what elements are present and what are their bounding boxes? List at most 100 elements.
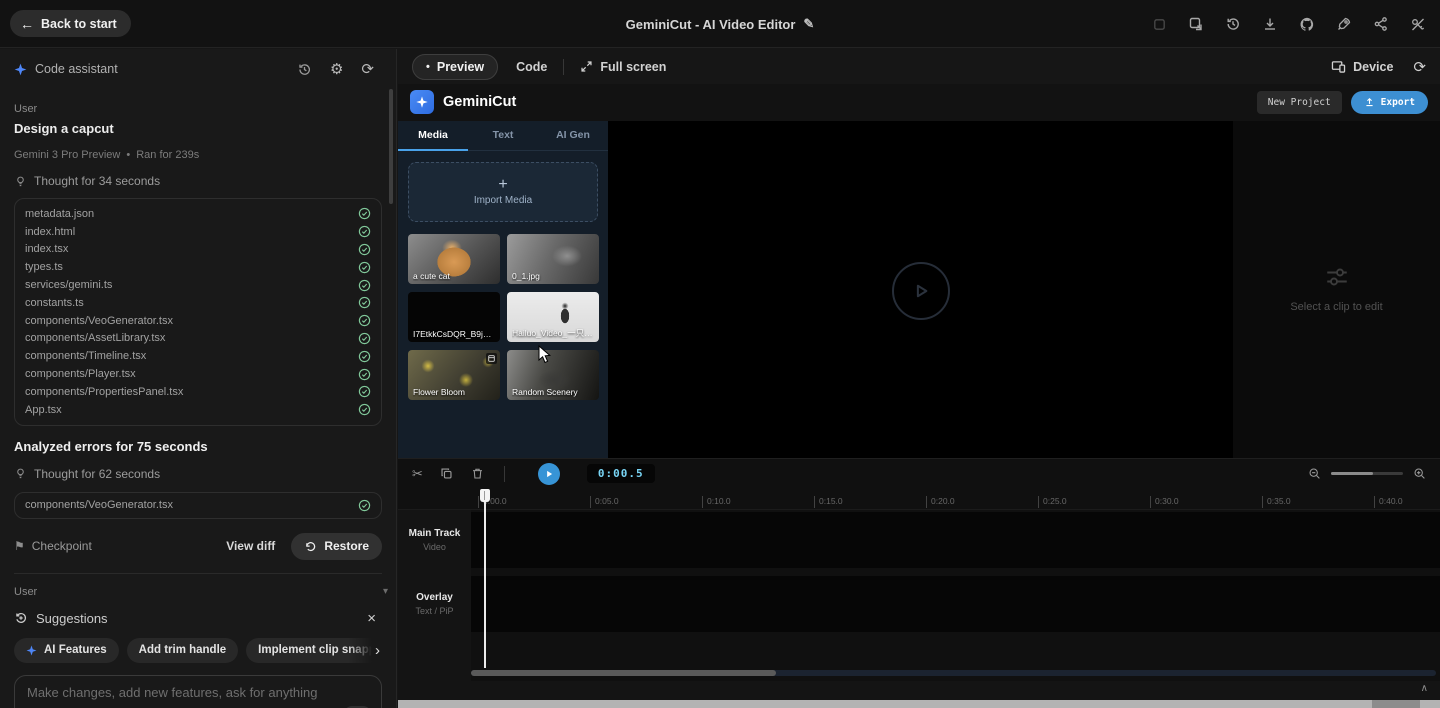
back-to-start-button[interactable]: ← Back to start: [10, 10, 131, 37]
timeline-hscrollbar[interactable]: [471, 670, 1436, 676]
apps-icon[interactable]: [1151, 16, 1167, 32]
file-row[interactable]: types.ts: [25, 258, 371, 276]
ran-for: Ran for 239s: [136, 149, 199, 161]
zoom-out-icon[interactable]: [1308, 467, 1321, 480]
view-diff-button[interactable]: View diff: [226, 539, 275, 553]
thought-row-2[interactable]: Thought for 62 seconds: [14, 467, 382, 481]
flag-icon: ⚑: [14, 539, 25, 553]
chip-add-trim-handle[interactable]: Add trim handle: [127, 638, 239, 663]
timeline-ruler[interactable]: 0:00.0 0:05.0 0:10.0 0:15.0 0:20.0 0:25.…: [398, 489, 1440, 510]
media-item-scenery[interactable]: Random Scenery: [507, 350, 599, 400]
delete-trash-icon[interactable]: [471, 467, 485, 481]
stage-play-button[interactable]: [892, 262, 950, 320]
file-name: App.tsx: [25, 404, 62, 416]
file-row[interactable]: components/Timeline.tsx: [25, 347, 371, 365]
properties-panel: Select a clip to edit: [1233, 121, 1440, 458]
playhead-line: [484, 489, 486, 668]
chat-history-icon[interactable]: [297, 62, 312, 77]
import-media-dropzone[interactable]: + Import Media: [408, 162, 598, 222]
refresh-preview-icon[interactable]: ⟳: [1413, 58, 1426, 76]
overlay-track-row[interactable]: [471, 576, 1440, 632]
geminicut-logo: [410, 90, 434, 114]
edited-file-chip[interactable]: components/VeoGenerator.tsx: [14, 492, 382, 519]
api-key-disabled-icon[interactable]: [1410, 16, 1426, 32]
ruler-tick: 0:35.0: [1262, 496, 1291, 508]
copy-app-icon[interactable]: [1188, 16, 1204, 32]
zoom-slider[interactable]: [1331, 472, 1403, 475]
device-button[interactable]: Device: [1331, 60, 1393, 74]
file-row[interactable]: metadata.json: [25, 205, 371, 223]
ruler-tick: 0:40.0: [1374, 496, 1403, 508]
file-row[interactable]: services/gemini.ts: [25, 276, 371, 294]
chat-input-box[interactable]: ⊕ ↑: [14, 675, 382, 708]
assistant-scrollbar[interactable]: [389, 89, 393, 204]
media-item-cat[interactable]: a cute cat: [408, 234, 500, 284]
media-item-mp4[interactable]: I7EtkkCsDQR_B9jH.mp4: [408, 292, 500, 342]
chips-overflow: ›: [348, 638, 382, 663]
turn1-role: User: [14, 103, 382, 115]
split-scissors-icon[interactable]: ✂: [412, 466, 423, 482]
sliders-icon: [1325, 265, 1349, 289]
reset-refresh-icon[interactable]: ⟳: [361, 60, 374, 78]
file-name: types.ts: [25, 261, 63, 273]
file-row[interactable]: components/VeoGenerator.tsx: [25, 312, 371, 330]
file-row[interactable]: constants.ts: [25, 294, 371, 312]
timeline-play-button[interactable]: [538, 463, 560, 485]
playhead[interactable]: [480, 489, 490, 668]
screen: ← Back to start GeminiCut - AI Video Edi…: [0, 0, 1440, 708]
playhead-handle[interactable]: [480, 489, 490, 502]
deploy-rocket-icon[interactable]: [1336, 16, 1352, 32]
file-name: components/AssetLibrary.tsx: [25, 332, 165, 344]
file-row[interactable]: components/AssetLibrary.tsx: [25, 330, 371, 348]
file-name: services/gemini.ts: [25, 279, 112, 291]
page-hscrollbar[interactable]: [398, 700, 1440, 708]
thought-row-1[interactable]: Thought for 34 seconds: [14, 174, 382, 188]
share-icon[interactable]: [1373, 16, 1389, 32]
scroll-down-icon[interactable]: ▾: [383, 586, 388, 597]
play-icon: [544, 469, 554, 479]
new-project-button[interactable]: New Project: [1257, 91, 1342, 114]
gemini-diamond-icon: [14, 63, 27, 76]
check-circle-icon: [358, 499, 371, 512]
restore-button[interactable]: Restore: [291, 533, 382, 560]
close-suggestions-icon[interactable]: ×: [367, 610, 376, 627]
file-row[interactable]: components/PropertiesPanel.tsx: [25, 383, 371, 401]
assistant-header: Code assistant ⚙ ⟳: [14, 51, 382, 87]
chat-input[interactable]: [27, 685, 369, 708]
page-hscrollbar-thumb[interactable]: [1372, 700, 1420, 708]
file-row[interactable]: components/Player.tsx: [25, 365, 371, 383]
duplicate-icon[interactable]: [440, 467, 454, 481]
media-item-flower[interactable]: Flower Bloom: [408, 350, 500, 400]
tab-code[interactable]: Code: [516, 60, 547, 74]
media-item-jpg[interactable]: 0_1.jpg: [507, 234, 599, 284]
chips-scroll-right-icon[interactable]: ›: [375, 642, 382, 659]
version-history-icon[interactable]: [1225, 16, 1241, 32]
tab-media[interactable]: Media: [398, 121, 468, 150]
turn2-role: User: [14, 586, 37, 598]
full-screen-button[interactable]: Full screen: [580, 60, 666, 74]
turn2-role-row: User ▾: [14, 586, 382, 598]
preview-toolbar-right: Device ⟳: [1331, 58, 1426, 76]
app-preview-frame: GeminiCut New Project Export Media Text …: [398, 84, 1440, 708]
settings-gear-icon[interactable]: ⚙: [330, 60, 343, 78]
tab-ai-gen[interactable]: AI Gen: [538, 121, 608, 150]
file-row[interactable]: App.tsx: [25, 401, 371, 419]
github-icon[interactable]: [1299, 16, 1315, 32]
main-track-row[interactable]: [471, 512, 1440, 568]
file-name: components/PropertiesPanel.tsx: [25, 386, 183, 398]
download-app-icon[interactable]: [1262, 16, 1278, 32]
media-item-hailuo[interactable]: Hailuo_Video_一只真...: [507, 292, 599, 342]
generated-file-list: metadata.json index.html index.tsx types…: [14, 198, 382, 426]
zoom-in-icon[interactable]: [1413, 467, 1426, 480]
tab-preview[interactable]: • Preview: [412, 54, 498, 80]
tab-text[interactable]: Text: [468, 121, 538, 150]
chip-ai-features[interactable]: AI Features: [14, 638, 119, 663]
file-name: constants.ts: [25, 297, 84, 309]
collapse-timeline-icon[interactable]: ∧: [1421, 683, 1428, 694]
file-row[interactable]: index.tsx: [25, 241, 371, 259]
timeline-hscrollbar-thumb[interactable]: [471, 670, 776, 676]
export-button[interactable]: Export: [1351, 91, 1428, 114]
rename-pencil-icon[interactable]: ✎: [803, 16, 814, 32]
file-row[interactable]: index.html: [25, 223, 371, 241]
file-name: components/VeoGenerator.tsx: [25, 499, 173, 511]
